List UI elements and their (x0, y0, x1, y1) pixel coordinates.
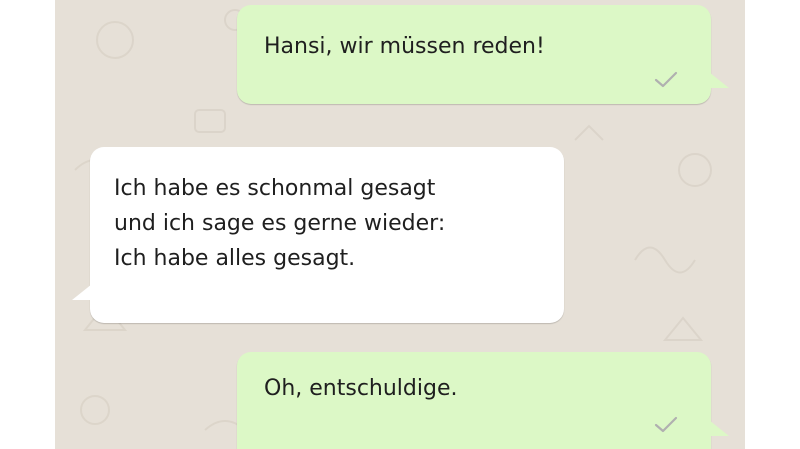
bubble-tail (709, 72, 729, 88)
chat-background: Hansi, wir müssen reden! Ich habe es sch… (55, 0, 745, 449)
message-text: Ich habe es schonmal gesagt und ich sage… (114, 176, 446, 271)
check-icon (654, 416, 678, 433)
message-bubble-incoming[interactable]: Ich habe es schonmal gesagt und ich sage… (90, 147, 564, 323)
bubble-tail (709, 420, 729, 436)
message-bubble-outgoing[interactable]: Hansi, wir müssen reden! (237, 5, 711, 104)
message-bubble-outgoing[interactable]: Oh, entschuldige. (237, 352, 711, 449)
message-text: Hansi, wir müssen reden! (264, 34, 545, 59)
screen: Hansi, wir müssen reden! Ich habe es sch… (0, 0, 800, 449)
message-text: Oh, entschuldige. (264, 376, 458, 401)
bubble-tail (72, 284, 92, 300)
check-icon (654, 71, 678, 88)
